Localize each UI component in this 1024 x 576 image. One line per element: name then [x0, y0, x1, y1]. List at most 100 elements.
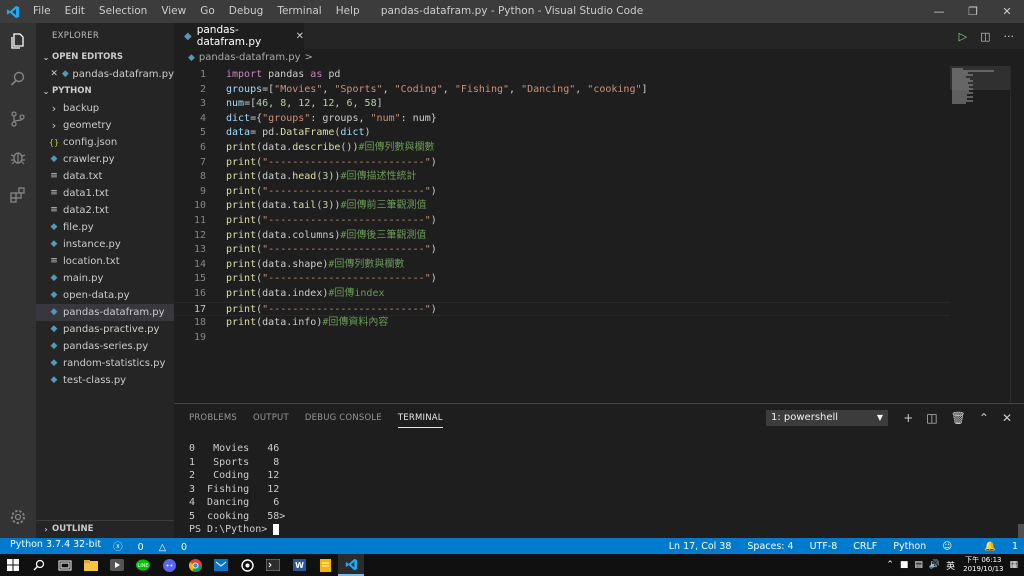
editor-scrollbar[interactable] — [1010, 66, 1024, 403]
restore-icon[interactable]: ❐ — [956, 0, 990, 23]
encoding[interactable]: UTF-8 — [810, 541, 838, 552]
feedback-smiley-icon[interactable]: ☺ — [942, 541, 952, 552]
ime-indicator[interactable]: 英 — [946, 559, 955, 572]
word-icon[interactable]: W — [286, 554, 312, 576]
open-editor-item[interactable]: ✕ ◆ pandas-datafram.py — [36, 66, 174, 83]
chrome-icon[interactable] — [182, 554, 208, 576]
tab-debug-console[interactable]: DEBUG CONSOLE — [305, 413, 382, 423]
action-center-icon[interactable]: ▦ — [1009, 560, 1018, 570]
menu-help[interactable]: Help — [329, 0, 367, 23]
chevron-up-icon[interactable]: ⌃ — [886, 560, 894, 570]
explorer-icon[interactable] — [0, 23, 36, 59]
file-item[interactable]: ◆ random-statistics.py — [36, 355, 174, 372]
search-icon[interactable] — [0, 61, 36, 97]
line-ending[interactable]: CRLF — [853, 541, 877, 552]
file-item[interactable]: ◆ pandas-practive.py — [36, 321, 174, 338]
menu-debug[interactable]: Debug — [222, 0, 271, 23]
trash-icon[interactable]: 🗑 — [951, 411, 966, 425]
file-item[interactable]: {} config.json — [36, 134, 174, 151]
file-item[interactable]: ◆ instance.py — [36, 236, 174, 253]
new-terminal-icon[interactable]: + — [903, 411, 913, 425]
close-panel-icon[interactable]: ✕ — [1002, 411, 1012, 425]
tab-problems[interactable]: PROBLEMS — [189, 413, 237, 423]
file-item[interactable]: ◆ pandas-datafram.py — [36, 304, 174, 321]
file-explorer-icon[interactable] — [78, 554, 104, 576]
tab-output[interactable]: OUTPUT — [253, 413, 289, 423]
folder-item[interactable]: › geometry — [36, 117, 174, 134]
code-token: "--------------------------" — [262, 156, 431, 168]
code-line: 11 print("--------------------------") — [174, 214, 950, 229]
menu-terminal[interactable]: Terminal — [270, 0, 328, 23]
terminal-output[interactable]: 0 Movies 46 1 Sports 8 2 Coding 12 3 Fis… — [189, 442, 285, 537]
task-view-icon[interactable] — [52, 554, 78, 576]
volume-icon[interactable]: 🔊 — [929, 560, 940, 570]
code-token: #回傳描述性統計 — [340, 171, 417, 183]
close-icon[interactable]: ✕ — [990, 0, 1024, 23]
debug-icon[interactable] — [0, 139, 36, 175]
split-editor-icon[interactable]: ◫ — [980, 30, 990, 43]
tray-app-icon[interactable]: ■ — [900, 560, 909, 570]
python-folder-section[interactable]: ⌄ PYTHON — [36, 83, 174, 100]
minimize-icon[interactable]: — — [922, 0, 956, 23]
file-item[interactable]: ◆ crawler.py — [36, 151, 174, 168]
chevron-up-icon[interactable]: ⌃ — [979, 411, 989, 425]
code-token: print — [226, 185, 257, 197]
menu-go[interactable]: Go — [193, 0, 222, 23]
github-app-icon[interactable] — [234, 554, 260, 576]
extensions-icon[interactable] — [0, 177, 36, 213]
file-item[interactable]: ≡ data2.txt — [36, 202, 174, 219]
code-token: , — [268, 98, 281, 110]
split-terminal-icon[interactable]: ◫ — [926, 411, 937, 425]
file-item[interactable]: ◆ main.py — [36, 270, 174, 287]
file-item[interactable]: ≡ location.txt — [36, 253, 174, 270]
close-tab-icon[interactable]: ✕ — [296, 31, 304, 42]
notifications[interactable]: 🔔 1 — [968, 541, 1018, 552]
problems-status[interactable]: ⓧ 0 △ 0 — [113, 539, 199, 553]
file-item[interactable]: ◆ file.py — [36, 219, 174, 236]
tab-pandas-datafram[interactable]: ◆ pandas-datafram.py ✕ — [174, 23, 304, 49]
line-number: 12 — [193, 229, 206, 241]
source-control-icon[interactable] — [0, 101, 36, 137]
network-icon[interactable]: ▤ — [914, 560, 923, 570]
search-icon[interactable] — [26, 554, 52, 576]
python-interpreter[interactable]: Python 3.7.4 32-bit — [10, 539, 101, 553]
close-icon[interactable]: ✕ — [50, 66, 58, 83]
menu-view[interactable]: View — [154, 0, 193, 23]
menu-edit[interactable]: Edit — [58, 0, 92, 23]
code-token: #回傳後三筆觀測值 — [340, 229, 427, 241]
vscode-taskbar-icon[interactable] — [338, 554, 364, 576]
settings-gear-icon[interactable] — [0, 499, 36, 535]
panel-scrollbar[interactable] — [1018, 524, 1024, 538]
run-icon[interactable]: ▷ — [959, 30, 967, 43]
minimap[interactable] — [950, 66, 1010, 403]
terminal-app-icon[interactable] — [260, 554, 286, 576]
menu-file[interactable]: File — [26, 0, 58, 23]
code-editor[interactable]: 1 import pandas as pd 2 groups=["Movies", "… — [174, 66, 950, 403]
cursor-position[interactable]: Ln 17, Col 38 — [669, 541, 732, 552]
notes-app-icon[interactable] — [312, 554, 338, 576]
breadcrumb-file[interactable]: pandas-datafram.py — [199, 52, 301, 63]
language-mode[interactable]: Python — [893, 541, 926, 552]
code-line: 5 data= pd.DataFrame(dict) — [174, 126, 950, 141]
media-app-icon[interactable] — [104, 554, 130, 576]
messenger-app-icon[interactable] — [156, 554, 182, 576]
file-item[interactable]: ≡ data1.txt — [36, 185, 174, 202]
file-item[interactable]: ◆ open-data.py — [36, 287, 174, 304]
outline-section[interactable]: › OUTLINE — [36, 520, 174, 538]
tab-terminal[interactable]: TERMINAL — [397, 413, 443, 428]
svg-text:LINE: LINE — [137, 563, 148, 569]
menu-selection[interactable]: Selection — [92, 0, 154, 23]
line-app-icon[interactable]: LINE — [130, 554, 156, 576]
open-editors-section[interactable]: ⌄ OPEN EDITORS — [36, 49, 174, 66]
folder-item[interactable]: › backup — [36, 100, 174, 117]
file-item[interactable]: ≡ data.txt — [36, 168, 174, 185]
clock[interactable]: 下午 06:13 2019/10/13 — [963, 556, 1003, 574]
file-item[interactable]: ◆ test-class.py — [36, 372, 174, 389]
file-item[interactable]: ◆ pandas-series.py — [36, 338, 174, 355]
mail-app-icon[interactable] — [208, 554, 234, 576]
indentation[interactable]: Spaces: 4 — [747, 541, 793, 552]
more-actions-icon[interactable]: ··· — [1004, 30, 1015, 43]
windows-start-icon[interactable] — [0, 554, 26, 576]
terminal-select[interactable]: 1: powershell ▼ — [766, 410, 888, 426]
code-token: (data.shape) — [256, 258, 329, 270]
